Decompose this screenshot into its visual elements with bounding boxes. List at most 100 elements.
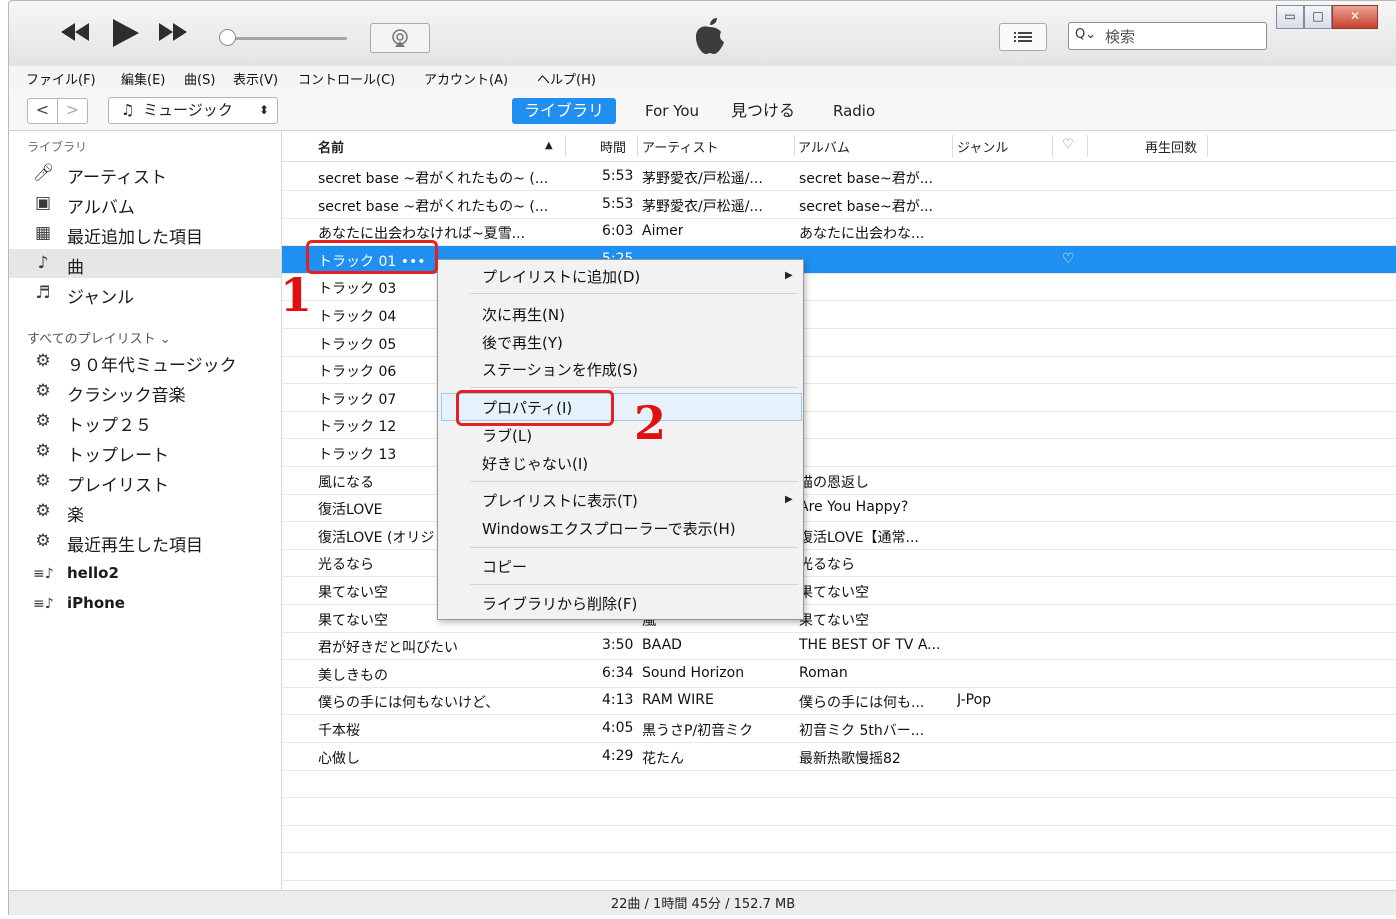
cell-name: secret base ~君がくれたもの~ (... xyxy=(318,171,549,187)
sidebar-item-playlist[interactable]: ≡♪ iPhone xyxy=(9,590,281,619)
menu-help[interactable]: ヘルプ(H) xyxy=(537,69,596,88)
menu-item-love[interactable]: ラブ(L) xyxy=(482,425,532,446)
cell-name: 僕らの手には何もないけど、 xyxy=(318,695,500,712)
menu-song[interactable]: 曲(S) xyxy=(184,69,215,88)
sidebar-playlists-header[interactable]: すべてのプレイリスト ⌄ xyxy=(27,328,171,347)
sidebar-item-playlist[interactable]: ⚙ 最近再生した項目 xyxy=(9,527,281,556)
sidebar-item-playlist[interactable]: ⚙ トップレート xyxy=(9,437,281,466)
volume-slider[interactable] xyxy=(229,37,347,40)
airplay-icon xyxy=(392,29,408,47)
column-artist[interactable]: アーティスト xyxy=(642,137,718,156)
cell-artist: 黒うさP/初音ミク xyxy=(642,723,754,739)
play-icon[interactable] xyxy=(113,19,139,52)
table-row[interactable]: secret base ~君がくれたもの~ (... 5:53 茅野愛衣/戸松遥/.… xyxy=(282,191,1396,219)
cell-name: トラック 03 xyxy=(318,281,397,298)
fast-forward-icon[interactable] xyxy=(159,23,187,46)
rewind-icon[interactable] xyxy=(61,23,89,46)
column-name[interactable]: 名前 xyxy=(318,137,344,156)
airplay-button[interactable] xyxy=(370,23,430,53)
sidebar-item-artists[interactable]: 🎤︎ アーティスト xyxy=(9,159,281,188)
cell-love: ♡ xyxy=(1062,250,1075,267)
tab-for-you[interactable]: For You xyxy=(645,98,699,124)
gear-icon: ⚙ xyxy=(35,501,51,521)
cell-album: secret base~君が... xyxy=(799,171,934,187)
table-row[interactable]: 美しきもの 6:34 Sound Horizon Roman xyxy=(282,660,1396,688)
sidebar-item-playlist[interactable]: ⚙ ９０年代ミュージック xyxy=(9,347,281,376)
gear-icon: ⚙ xyxy=(35,411,51,431)
menu-item-show-in-playlist[interactable]: プレイリストに表示(T) xyxy=(482,490,638,511)
sidebar-item-songs[interactable]: ♪ 曲 xyxy=(9,249,281,278)
menu-item-show-in-explorer[interactable]: Windowsエクスプローラーで表示(H) xyxy=(482,518,736,539)
menu-item-delete-from-library[interactable]: ライブラリから削除(F) xyxy=(482,593,637,614)
close-icon[interactable]: ✕ xyxy=(1332,5,1378,29)
sidebar-item-recently-added[interactable]: ▦ 最近追加した項目 xyxy=(9,219,281,248)
cell-time: 4:29 xyxy=(602,747,634,764)
cell-name: トラック 07 xyxy=(318,391,397,408)
column-plays[interactable]: 再生回数 xyxy=(1145,137,1197,156)
media-kind-select[interactable]: ♫ ミュージック ⬍ xyxy=(108,97,278,124)
list-icon xyxy=(1014,32,1032,42)
sidebar-item-label: クラシック音楽 xyxy=(67,386,186,406)
table-row[interactable]: 君が好きだと叫びたい 3:50 BAAD THE BEST OF TV A... xyxy=(282,632,1396,661)
table-row[interactable]: 僕らの手には何もないけど、 4:13 RAM WIRE 僕らの手には何も... J-Po… xyxy=(282,687,1396,716)
volume-slider-knob[interactable] xyxy=(219,29,236,46)
sidebar-item-playlist[interactable]: ≡♪ hello2 xyxy=(9,560,281,589)
album-icon: ▣ xyxy=(34,193,52,213)
sidebar-item-playlist[interactable]: ⚙ クラシック音楽 xyxy=(9,377,281,406)
up-next-button[interactable] xyxy=(999,23,1047,51)
sidebar-item-label: アーティスト xyxy=(67,168,167,188)
tab-browse[interactable]: 見つける xyxy=(731,98,795,124)
column-time[interactable]: 時間 xyxy=(600,137,626,156)
menu-controls[interactable]: コントロール(C) xyxy=(298,69,395,88)
cell-time: 6:34 xyxy=(602,664,634,681)
sidebar-item-label: プレイリスト xyxy=(67,476,169,496)
window-controls: ▭ □ ✕ xyxy=(1276,5,1378,29)
cell-time: 4:05 xyxy=(602,720,634,736)
sidebar-item-playlist[interactable]: ⚙ トップ２５ xyxy=(9,407,281,436)
column-love[interactable]: ♡ xyxy=(1062,137,1074,152)
sidebar-item-label: 最近追加した項目 xyxy=(67,228,203,248)
sidebar-item-playlist[interactable]: ⚙ 楽 xyxy=(9,497,281,526)
table-row[interactable]: あなたに出会わなければ~夏雪... 6:03 Aimer あなたに出会わな... xyxy=(282,218,1396,247)
menu-item-add-to-playlist[interactable]: プレイリストに追加(D) xyxy=(482,266,640,287)
menu-file[interactable]: ファイル(F) xyxy=(26,69,96,88)
cell-album: 猫の恩返し xyxy=(799,474,869,491)
music-note-icon: ♫ xyxy=(121,101,135,119)
menu-account[interactable]: アカウント(A) xyxy=(424,69,508,88)
menu-item-copy[interactable]: コピー xyxy=(482,556,527,577)
cell-time: 5:53 xyxy=(602,168,634,184)
forward-button[interactable]: > xyxy=(57,98,88,124)
column-genre[interactable]: ジャンル xyxy=(957,137,1008,156)
sidebar-item-genres[interactable]: ♬ ジャンル xyxy=(9,279,281,308)
gear-icon: ⚙ xyxy=(35,381,51,401)
menu-view[interactable]: 表示(V) xyxy=(233,69,278,88)
menu-item-play-later[interactable]: 後で再生(Y) xyxy=(482,332,563,353)
playlist-icon: ≡♪ xyxy=(33,596,54,612)
cell-album: あなたに出会わな... xyxy=(799,226,925,243)
tab-library[interactable]: ライブラリ xyxy=(512,98,617,124)
table-row[interactable]: 千本桜 4:05 黒うさP/初音ミク 初音ミク 5thバー... xyxy=(282,715,1396,743)
menu-item-play-next[interactable]: 次に再生(N) xyxy=(482,304,565,325)
column-album[interactable]: アルバム xyxy=(798,137,850,156)
minimize-icon[interactable]: ▭ xyxy=(1276,5,1304,29)
sidebar-item-albums[interactable]: ▣ アルバム xyxy=(9,189,281,218)
menu-item-create-station[interactable]: ステーションを作成(S) xyxy=(482,359,638,380)
cell-name: 光るなら xyxy=(318,557,374,574)
maximize-icon[interactable]: □ xyxy=(1304,5,1332,29)
back-button[interactable]: < xyxy=(27,98,58,124)
table-row[interactable]: 心做し 4:29 花たん 最新热歌慢摇82 xyxy=(282,743,1396,771)
empty-row xyxy=(282,825,1396,854)
cell-name: 復活LOVE (オリジ xyxy=(318,529,435,546)
artist-icon: 🎤︎ xyxy=(33,163,55,183)
sidebar-item-playlist[interactable]: ⚙ プレイリスト xyxy=(9,467,281,496)
search-input[interactable]: Q⌄ 検索 xyxy=(1068,22,1267,50)
menu-edit[interactable]: 編集(E) xyxy=(121,69,165,88)
track-list-header: 名前 ▲ 時間 アーティスト アルバム ジャンル ♡ 再生回数 xyxy=(282,131,1396,162)
table-row[interactable]: secret base ~君がくれたもの~ (... 5:53 茅野愛衣/戸松遥/.… xyxy=(282,163,1396,191)
tab-radio[interactable]: Radio xyxy=(833,98,875,124)
cell-album: THE BEST OF TV A... xyxy=(799,637,941,654)
menu-item-dislike[interactable]: 好きじゃない(I) xyxy=(482,453,588,474)
cell-album: 光るなら xyxy=(799,557,855,574)
search-placeholder: 検索 xyxy=(1105,28,1136,46)
media-kind-label: ミュージック xyxy=(143,101,233,119)
